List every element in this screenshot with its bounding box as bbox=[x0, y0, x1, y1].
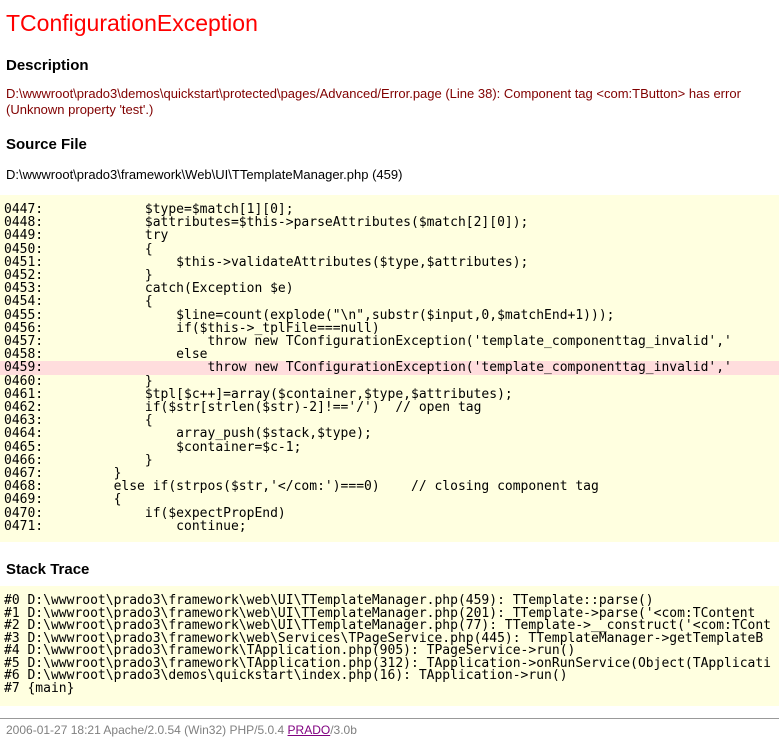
code-line: 0449: try bbox=[0, 229, 779, 242]
server-info-text: 2006-01-27 18:21 Apache/2.0.54 (Win32) P… bbox=[6, 723, 288, 737]
prado-link[interactable]: PRADO bbox=[288, 723, 331, 737]
framework-version: /3.0b bbox=[330, 723, 357, 737]
error-message: D:\wwwroot\prado3\demos\quickstart\prote… bbox=[6, 86, 771, 117]
code-line: 0470: if($expectPropEnd) bbox=[0, 507, 779, 520]
server-info-footer: 2006-01-27 18:21 Apache/2.0.54 (Win32) P… bbox=[0, 718, 779, 738]
page-title: TConfigurationException bbox=[6, 10, 779, 36]
stack-frame: #6 D:\wwwroot\prado3\demos\quickstart\in… bbox=[0, 670, 779, 683]
code-line: 0465: $container=$c-1; bbox=[0, 441, 779, 454]
description-heading: Description bbox=[6, 58, 779, 74]
source-code-listing: 0447: $type=$match[1][0];0448: $attribut… bbox=[0, 195, 779, 542]
code-line: 0455: $line=count(explode("\n",substr($i… bbox=[0, 309, 779, 322]
stack-frame: #7 {main} bbox=[0, 683, 779, 696]
code-line: 0454: { bbox=[0, 295, 779, 308]
code-line: 0469: { bbox=[0, 493, 779, 506]
code-line: 0459: throw new TConfigurationException(… bbox=[0, 361, 779, 374]
code-line: 0464: array_push($stack,$type); bbox=[0, 427, 779, 440]
code-line: 0471: continue; bbox=[0, 520, 779, 533]
code-line: 0450: { bbox=[0, 243, 779, 256]
stack-trace-listing: #0 D:\wwwroot\prado3\framework\web\UI\TT… bbox=[0, 586, 779, 706]
source-file-heading: Source File bbox=[6, 137, 779, 153]
source-file-path: D:\wwwroot\prado3\framework\Web\UI\TTemp… bbox=[6, 167, 771, 182]
code-line: 0460: } bbox=[0, 375, 779, 388]
stack-trace-heading: Stack Trace bbox=[6, 562, 779, 578]
